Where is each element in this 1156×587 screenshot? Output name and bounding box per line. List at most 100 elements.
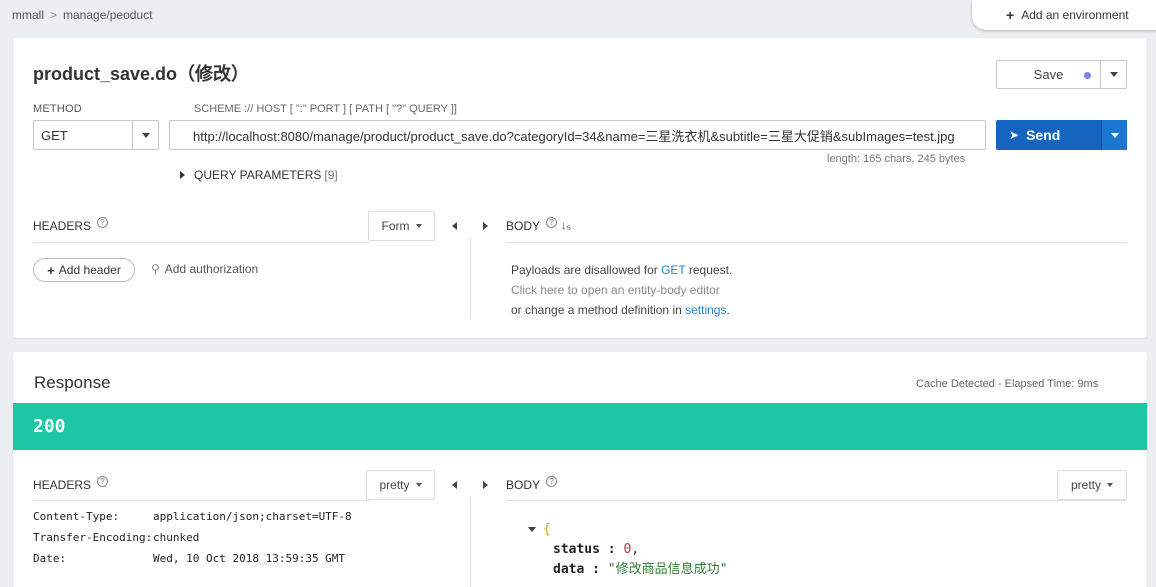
headers-section-title: HEADERS ?: [33, 216, 109, 233]
scheme-label: SCHEME :// HOST [ ":" PORT ] [ PATH [ "?…: [194, 103, 457, 115]
json-value: "修改商品信息成功": [607, 562, 728, 577]
json-value: 0: [623, 542, 632, 557]
json-row-status: status : 0,: [553, 542, 640, 557]
json-key: status: [553, 542, 600, 557]
method-dropdown-toggle[interactable]: [133, 121, 158, 149]
status-code-bar: 200: [13, 403, 1147, 450]
chevron-down-icon: [1109, 72, 1118, 77]
expand-right-icon[interactable]: [483, 481, 488, 489]
add-authorization-label: Add authorization: [164, 262, 259, 276]
plus-icon: +: [1006, 7, 1015, 23]
add-environment-button[interactable]: + Add an environment: [972, 0, 1156, 30]
payload-line-3: or change a method definition in setting…: [511, 300, 732, 320]
header-key: Transfer-Encoding:: [33, 531, 153, 544]
json-brace: {: [543, 522, 551, 537]
header-key: Content-Type:: [33, 510, 120, 523]
help-circle-icon[interactable]: ?: [97, 475, 109, 487]
plus-icon: +: [47, 262, 55, 278]
body-label: BODY: [506, 219, 541, 233]
open-body-editor-link[interactable]: Click here to open an entity-body editor: [511, 280, 732, 300]
json-key: data: [553, 562, 585, 577]
payload-message: Payloads are disallowed for GET request.…: [511, 260, 732, 320]
json-row-data: data : "修改商品信息成功": [553, 562, 728, 577]
payload-text: Payloads are disallowed for: [511, 263, 662, 277]
header-value: chunked: [153, 531, 200, 544]
panel-divider: [470, 238, 471, 318]
cache-info: Cache Detected - Elapsed Time: 9ms: [916, 378, 1099, 390]
header-key: Date:: [33, 552, 67, 565]
add-header-label: Add header: [58, 263, 121, 277]
response-body-json: { status : 0, data : "修改商品信息成功": [528, 520, 727, 580]
settings-link[interactable]: settings: [685, 303, 726, 317]
collapse-left-icon[interactable]: [452, 481, 457, 489]
help-circle-icon[interactable]: ?: [546, 216, 558, 228]
breadcrumb: mmall > manage/peoduct: [12, 8, 152, 22]
url-input[interactable]: [169, 120, 986, 150]
headers-label: HEADERS: [33, 219, 92, 233]
unsaved-indicator-icon: [1084, 72, 1091, 79]
save-button-group: Save: [996, 60, 1127, 89]
request-panel: product_save.do（修改） Save METHOD SCHEME :…: [13, 38, 1147, 338]
response-headers-mode-label: pretty: [379, 478, 410, 492]
panel-divider: [470, 497, 471, 587]
help-circle-icon[interactable]: ?: [97, 216, 109, 228]
top-bar: mmall > manage/peoduct + Add an environm…: [0, 0, 1156, 30]
collapse-left-icon[interactable]: [452, 222, 457, 230]
send-button-group: ➤ Send: [996, 120, 1127, 150]
response-headers-mode-dropdown[interactable]: pretty: [366, 470, 435, 500]
chevron-down-icon: [415, 224, 422, 228]
send-button[interactable]: ➤ Send: [996, 120, 1102, 150]
help-circle-icon[interactable]: ?: [546, 475, 558, 487]
save-options-dropdown[interactable]: [1101, 61, 1126, 88]
chevron-right-icon: >: [50, 8, 58, 22]
triangle-right-icon: [180, 171, 185, 179]
breadcrumb-current[interactable]: manage/peoduct: [63, 8, 152, 22]
paper-plane-icon: ➤: [1009, 128, 1020, 142]
response-header-row: Content-Type: application/json;charset=UT…: [33, 506, 352, 527]
request-title: product_save.do（修改）: [33, 64, 250, 84]
response-header-row: Transfer-Encoding: chunked: [33, 527, 352, 548]
query-parameters-count: [9]: [324, 168, 338, 182]
body-section-title: BODY ? ↓₅: [506, 216, 571, 233]
payload-text: or change a method definition in: [511, 303, 686, 317]
response-body-title: BODY ?: [506, 475, 558, 492]
divider: [506, 242, 1127, 243]
response-headers-title: HEADERS ?: [33, 475, 109, 492]
response-body-label: BODY: [506, 478, 541, 492]
add-environment-label: Add an environment: [1021, 8, 1129, 22]
method-select[interactable]: GET: [33, 120, 159, 150]
breadcrumb-root[interactable]: mmall: [12, 8, 44, 22]
send-options-dropdown[interactable]: [1102, 120, 1127, 150]
method-label: METHOD: [33, 103, 82, 115]
header-value: Wed, 10 Oct 2018 13:59:35 GMT: [153, 552, 346, 565]
add-authorization-button[interactable]: ⚲ Add authorization: [151, 262, 258, 276]
chevron-down-icon: [415, 483, 422, 487]
divider: [33, 500, 370, 501]
query-parameters-toggle[interactable]: QUERY PARAMETERS [9]: [180, 168, 338, 182]
save-button[interactable]: Save: [997, 61, 1101, 88]
header-value: application/json;charset=UTF-8: [153, 510, 352, 523]
key-icon: ⚲: [151, 262, 160, 276]
headers-mode-label: Form: [381, 219, 410, 233]
send-label: Send: [1026, 127, 1061, 143]
url-length-info: length: 165 chars, 245 bytes: [827, 153, 966, 165]
payload-text: request.: [685, 263, 733, 277]
add-header-button[interactable]: + Add header: [33, 258, 135, 282]
collapse-toggle-icon[interactable]: [528, 527, 536, 532]
divider: [506, 500, 1127, 501]
response-body-mode-dropdown[interactable]: pretty: [1057, 470, 1127, 500]
chevron-down-icon: [141, 132, 150, 138]
save-label: Save: [1033, 67, 1064, 82]
sort-alpha-icon[interactable]: ↓₅: [561, 220, 571, 232]
json-object-open[interactable]: {: [528, 520, 727, 540]
response-panel: Response Cache Detected - Elapsed Time: …: [13, 352, 1147, 587]
response-headers-list: Content-Type: application/json;charset=UT…: [33, 506, 352, 569]
divider: [33, 242, 370, 243]
status-code: 200: [33, 416, 66, 437]
response-header-row: Date: Wed, 10 Oct 2018 13:59:35 GMT: [33, 548, 352, 569]
response-body-mode-label: pretty: [1070, 478, 1101, 492]
query-parameters-label: QUERY PARAMETERS: [194, 168, 322, 182]
headers-mode-dropdown[interactable]: Form: [368, 211, 435, 241]
expand-right-icon[interactable]: [483, 222, 488, 230]
payload-text: .: [726, 303, 730, 317]
